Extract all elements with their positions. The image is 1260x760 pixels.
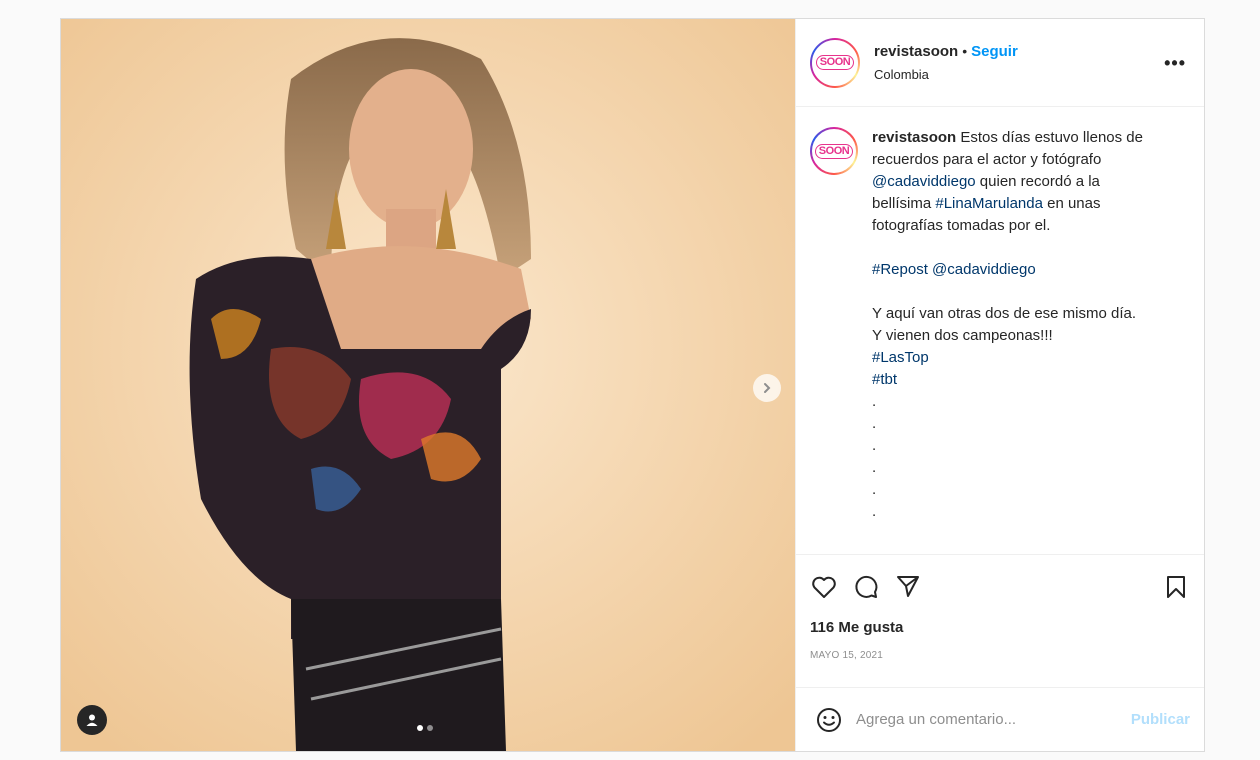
- user-icon: [86, 714, 98, 726]
- carousel-dot-2: [427, 725, 433, 731]
- carousel-indicators: [417, 725, 433, 731]
- post-date[interactable]: MAYO 15, 2021: [810, 650, 1190, 661]
- avatar-logo-text: SOON: [815, 55, 855, 70]
- instagram-post: SOON revistasoon • Seguir Colombia ••• SOO…: [60, 18, 1205, 752]
- comment-composer: Publicar: [796, 687, 1204, 751]
- avatar-logo: SOON: [812, 39, 858, 86]
- caption-avatar[interactable]: SOON: [810, 127, 858, 175]
- carousel-next-button[interactable]: [753, 374, 781, 402]
- paper-plane-icon: [897, 576, 919, 597]
- mention-link[interactable]: @cadaviddiego: [872, 173, 976, 190]
- hashtag-link[interactable]: #LinaMarulanda: [935, 195, 1043, 212]
- like-button[interactable]: [810, 573, 838, 601]
- caption-dot: .: [872, 437, 877, 454]
- caption-section: SOON revistasoon Estos días estuvo lleno…: [796, 107, 1204, 554]
- bookmark-icon: [1167, 576, 1185, 598]
- caption-username[interactable]: revistasoon: [872, 129, 956, 146]
- post-photo: [61, 19, 795, 751]
- follow-button[interactable]: Seguir: [971, 43, 1018, 60]
- header-info: revistasoon • Seguir Colombia: [874, 43, 1018, 82]
- avatar-logo: SOON: [812, 129, 856, 173]
- username-link[interactable]: revistasoon: [874, 43, 958, 60]
- share-button[interactable]: [894, 573, 922, 601]
- save-button[interactable]: [1162, 573, 1190, 601]
- caption-dot: .: [872, 415, 877, 432]
- caption-line: Y aquí van otras dos de ese mismo día.: [872, 305, 1137, 322]
- likes-count[interactable]: 116 Me gusta: [810, 619, 1190, 636]
- hashtag-link[interactable]: #LasTop: [872, 349, 929, 366]
- chevron-right-icon: [764, 383, 771, 393]
- caption-text: revistasoon Estos días estuvo llenos de …: [872, 127, 1152, 554]
- caption-dot: .: [872, 481, 877, 498]
- caption-dot: .: [872, 503, 877, 520]
- caption-dot: .: [872, 459, 877, 476]
- mention-link[interactable]: @cadaviddiego: [932, 261, 1036, 278]
- caption-dot: .: [872, 393, 877, 410]
- post-sidebar: SOON revistasoon • Seguir Colombia ••• SOO…: [795, 19, 1204, 751]
- comment-button[interactable]: [852, 573, 880, 601]
- publish-button[interactable]: Publicar: [1131, 711, 1190, 728]
- hashtag-link[interactable]: #Repost: [872, 261, 928, 278]
- post-header: SOON revistasoon • Seguir Colombia •••: [796, 19, 1204, 107]
- hashtag-link[interactable]: #tbt: [872, 371, 897, 388]
- carousel-dot-1: [417, 725, 423, 731]
- caption-line: Y vienen dos campeonas!!!: [872, 327, 1053, 344]
- location-link[interactable]: Colombia: [874, 67, 1018, 82]
- more-options-button[interactable]: •••: [1164, 53, 1186, 74]
- tagged-users-button[interactable]: [77, 705, 107, 735]
- comment-input[interactable]: [856, 711, 1131, 728]
- avatar[interactable]: SOON: [810, 37, 860, 88]
- separator: •: [962, 43, 968, 59]
- avatar-logo-text: SOON: [814, 143, 854, 159]
- post-actions: 116 Me gusta MAYO 15, 2021: [796, 554, 1204, 687]
- post-media[interactable]: [61, 19, 795, 751]
- comment-icon: [855, 575, 878, 598]
- action-icons: [810, 569, 1190, 605]
- heart-icon: [812, 576, 836, 598]
- emoji-icon[interactable]: [816, 707, 842, 733]
